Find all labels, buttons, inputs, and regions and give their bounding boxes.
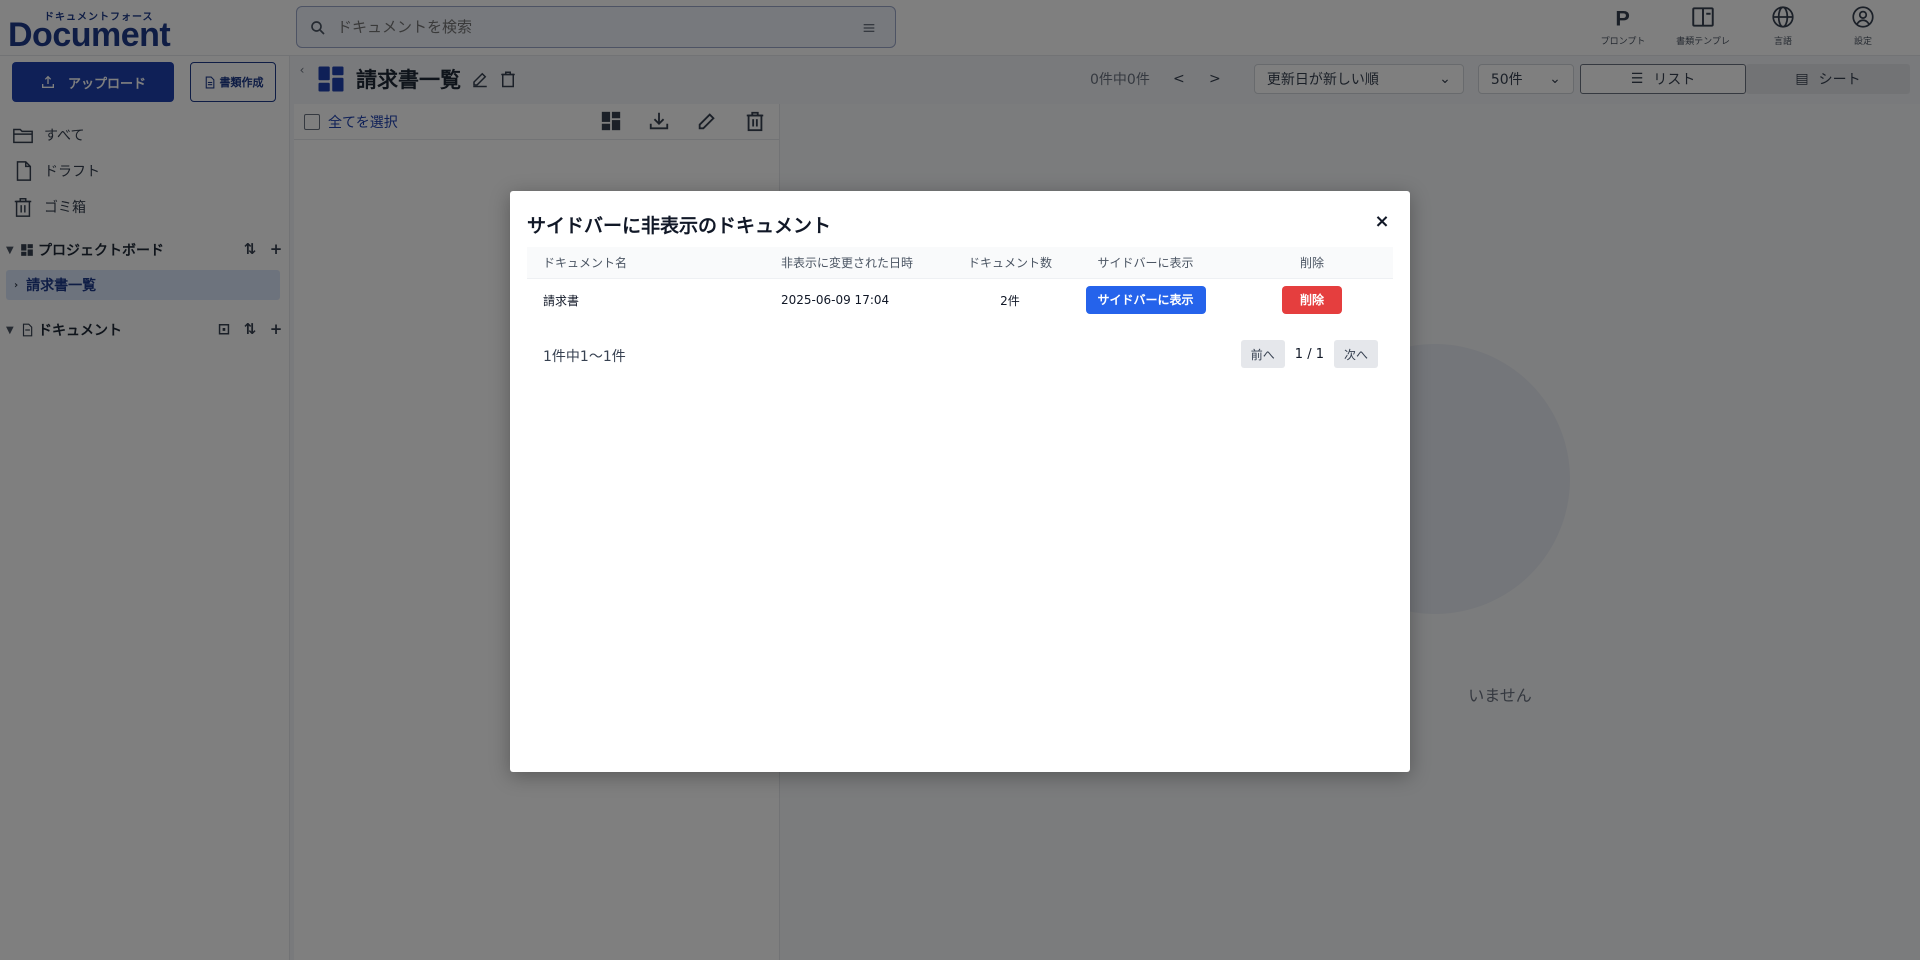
next-page-button[interactable]: 次へ (1333, 340, 1378, 368)
column-header-count: ドキュメント数 (967, 256, 1052, 270)
page-indicator: 1 / 1 (1294, 346, 1324, 362)
hidden-documents-modal: サイドバーに非表示のドキュメント × ドキュメント名 非表示に変更された日時 ド… (510, 191, 1410, 772)
show-cell: サイドバーに表示 (1054, 286, 1237, 314)
show-in-sidebar-button[interactable]: サイドバーに表示 (1085, 286, 1206, 314)
column-header-name: ドキュメント名 (543, 256, 628, 270)
hidden-at: 2025-06-09 17:04 (781, 293, 890, 307)
document-name: 請求書 (543, 293, 580, 308)
pagination-summary: 1件中1〜1件 (543, 349, 626, 365)
column-header-delete: 削除 (1299, 256, 1324, 270)
delete-button[interactable]: 削除 (1282, 286, 1342, 314)
modal-title: サイドバーに非表示のドキュメント (527, 215, 832, 237)
close-icon[interactable]: × (1372, 211, 1392, 232)
delete-cell: 削除 (1237, 286, 1387, 314)
pagination-controls: 前へ 1 / 1 次へ (1240, 340, 1378, 368)
column-header-hidden-at: 非表示に変更された日時 (781, 256, 914, 270)
hidden-documents-table: ドキュメント名 非表示に変更された日時 ドキュメント数 サイドバーに表示 削除 … (527, 247, 1393, 321)
table-row: 請求書 2025-06-09 17:04 2件 サイドバーに表示 削除 (527, 279, 1393, 321)
table-header: ドキュメント名 非表示に変更された日時 ドキュメント数 サイドバーに表示 削除 (527, 247, 1393, 279)
column-header-show: サイドバーに表示 (1097, 256, 1194, 270)
prev-page-button[interactable]: 前へ (1240, 340, 1285, 368)
document-count: 2件 (1000, 293, 1020, 308)
